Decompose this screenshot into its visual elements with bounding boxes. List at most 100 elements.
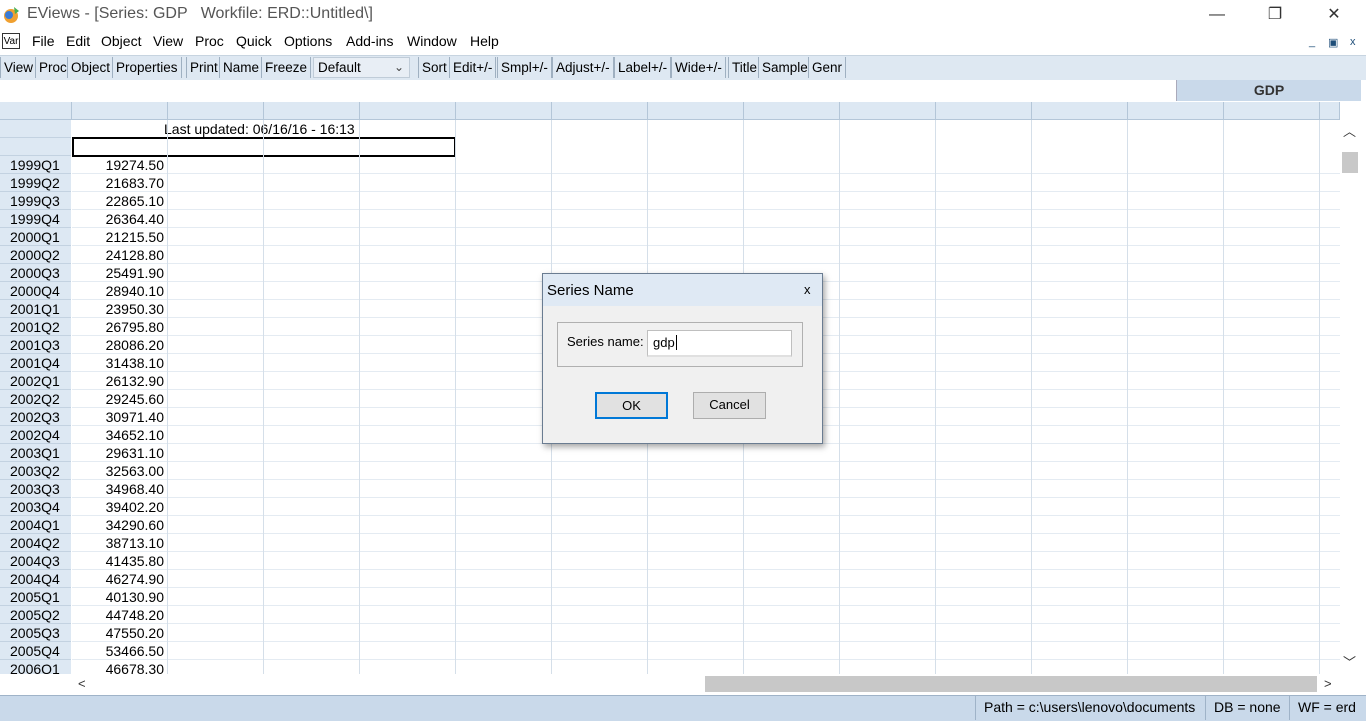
adjust-toggle-button[interactable]: Adjust+/-	[552, 57, 614, 78]
menu-view[interactable]: View	[153, 33, 183, 49]
row-label[interactable]: 2003Q4	[0, 498, 71, 516]
sample-button[interactable]: Sample	[758, 57, 812, 78]
edit-toggle-button[interactable]: Edit+/-	[449, 57, 497, 78]
row-label[interactable]: 1999Q4	[0, 210, 71, 228]
column-header[interactable]	[1320, 102, 1340, 120]
label-toggle-button[interactable]: Label+/-	[614, 57, 672, 78]
row-label[interactable]: 2005Q4	[0, 642, 71, 660]
row-label[interactable]: 2002Q4	[0, 426, 71, 444]
column-header[interactable]	[1128, 102, 1224, 120]
row-label[interactable]: 2003Q1	[0, 444, 71, 462]
row-label[interactable]: 2000Q4	[0, 282, 71, 300]
sort-button[interactable]: Sort	[418, 57, 451, 78]
column-header[interactable]	[936, 102, 1032, 120]
dialog-close-icon[interactable]: x	[804, 282, 811, 297]
scroll-up-icon[interactable]: ︿	[1343, 121, 1356, 140]
gdp-cell[interactable]: 46678.30	[72, 660, 164, 674]
gdp-cell[interactable]: 31438.10	[72, 354, 164, 372]
row-label[interactable]: 2000Q1	[0, 228, 71, 246]
gdp-cell[interactable]: 44748.20	[72, 606, 164, 624]
menu-file[interactable]: File	[32, 33, 55, 49]
restore-button[interactable]: ❐	[1246, 0, 1304, 30]
object-button[interactable]: Object	[67, 57, 115, 78]
row-label[interactable]: 2004Q4	[0, 570, 71, 588]
cancel-button[interactable]: Cancel	[693, 392, 766, 419]
gdp-cell[interactable]: 28086.20	[72, 336, 164, 354]
column-header[interactable]	[1224, 102, 1320, 120]
genr-button[interactable]: Genr	[808, 57, 847, 78]
menu-add-ins[interactable]: Add-ins	[346, 33, 393, 49]
column-header[interactable]	[456, 102, 552, 120]
row-label[interactable]: 2003Q2	[0, 462, 71, 480]
smpl-toggle-button[interactable]: Smpl+/-	[497, 57, 552, 78]
gdp-cell[interactable]: 25491.90	[72, 264, 164, 282]
child-window-menu-icon[interactable]: Var	[2, 33, 20, 49]
selected-cell[interactable]	[72, 137, 456, 157]
print-button[interactable]: Print	[186, 57, 222, 78]
scroll-left-icon[interactable]: <	[78, 676, 86, 691]
gdp-cell[interactable]: 24128.80	[72, 246, 164, 264]
column-header[interactable]	[264, 102, 360, 120]
row-label[interactable]: 2005Q2	[0, 606, 71, 624]
row-label[interactable]: 2004Q2	[0, 534, 71, 552]
menu-proc[interactable]: Proc	[195, 33, 224, 49]
gdp-cell[interactable]: 30971.40	[72, 408, 164, 426]
gdp-cell[interactable]: 26132.90	[72, 372, 164, 390]
view-button[interactable]: View	[0, 57, 38, 78]
menu-window[interactable]: Window	[407, 33, 457, 49]
vertical-scrollbar[interactable]	[1340, 120, 1360, 674]
mdi-restore-button[interactable]: ▣	[1328, 36, 1338, 49]
mdi-close-button[interactable]: x	[1350, 36, 1356, 48]
gdp-cell[interactable]: 29631.10	[72, 444, 164, 462]
menu-edit[interactable]: Edit	[66, 33, 90, 49]
close-button[interactable]: ✕	[1305, 0, 1363, 30]
row-label[interactable]: 2001Q4	[0, 354, 71, 372]
gdp-cell[interactable]: 28940.10	[72, 282, 164, 300]
gdp-cell[interactable]: 21215.50	[72, 228, 164, 246]
column-header[interactable]	[648, 102, 744, 120]
gdp-cell[interactable]: 19274.50	[72, 156, 164, 174]
row-label[interactable]: 2001Q2	[0, 318, 71, 336]
row-label[interactable]: 2005Q3	[0, 624, 71, 642]
row-label[interactable]: 2004Q3	[0, 552, 71, 570]
column-header[interactable]	[360, 102, 456, 120]
gdp-cell[interactable]: 34968.40	[72, 480, 164, 498]
vertical-scroll-thumb[interactable]	[1342, 152, 1358, 173]
gdp-cell[interactable]: 34652.10	[72, 426, 164, 444]
menu-options[interactable]: Options	[284, 33, 332, 49]
title-button[interactable]: Title	[728, 57, 762, 78]
horizontal-scroll-thumb[interactable]	[705, 676, 1317, 692]
minimize-button[interactable]: —	[1188, 0, 1246, 30]
row-label[interactable]: 2001Q1	[0, 300, 71, 318]
gdp-cell[interactable]: 38713.10	[72, 534, 164, 552]
gdp-cell[interactable]: 34290.60	[72, 516, 164, 534]
gdp-cell[interactable]: 41435.80	[72, 552, 164, 570]
gdp-cell[interactable]: 39402.20	[72, 498, 164, 516]
gdp-cell[interactable]: 47550.20	[72, 624, 164, 642]
row-label[interactable]: 1999Q3	[0, 192, 71, 210]
gdp-cell[interactable]: 26795.80	[72, 318, 164, 336]
row-label[interactable]: 1999Q1	[0, 156, 71, 174]
freeze-button[interactable]: Freeze	[261, 57, 312, 78]
row-label[interactable]: 2005Q1	[0, 588, 71, 606]
row-label[interactable]: 2000Q3	[0, 264, 71, 282]
gdp-cell[interactable]: 29245.60	[72, 390, 164, 408]
column-header[interactable]	[168, 102, 264, 120]
menu-help[interactable]: Help	[470, 33, 499, 49]
scroll-right-icon[interactable]: >	[1324, 676, 1332, 691]
proc-button[interactable]: Proc	[35, 57, 71, 78]
gdp-cell[interactable]: 21683.70	[72, 174, 164, 192]
column-header[interactable]	[840, 102, 936, 120]
row-label[interactable]: 2003Q3	[0, 480, 71, 498]
gdp-cell[interactable]: 32563.00	[72, 462, 164, 480]
gdp-cell[interactable]: 46274.90	[72, 570, 164, 588]
gdp-cell[interactable]: 53466.50	[72, 642, 164, 660]
mdi-minimize-button[interactable]: _	[1309, 36, 1315, 48]
row-label[interactable]: 2006Q1	[0, 660, 71, 674]
menu-quick[interactable]: Quick	[236, 33, 272, 49]
wide-toggle-button[interactable]: Wide+/-	[671, 57, 726, 78]
column-header[interactable]	[744, 102, 840, 120]
row-label[interactable]: 2000Q2	[0, 246, 71, 264]
row-label[interactable]: 2002Q1	[0, 372, 71, 390]
row-label[interactable]: 1999Q2	[0, 174, 71, 192]
